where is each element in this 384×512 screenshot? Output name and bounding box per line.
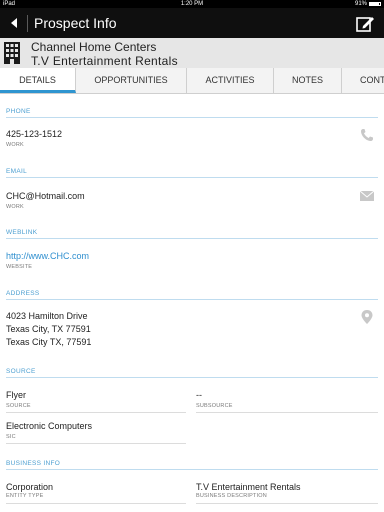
- business-description-value[interactable]: T.V Entertainment Rentals: [196, 482, 301, 492]
- tab-activities[interactable]: ACTIVITIES: [187, 68, 274, 93]
- battery-percent: 91%: [354, 1, 367, 7]
- phone-value[interactable]: 425-123-1512: [6, 129, 62, 139]
- prospect-header: Channel Home Centers T.V Entertainment R…: [0, 38, 384, 68]
- divider: [6, 377, 378, 378]
- address-section-label: ADDRESS: [6, 290, 40, 297]
- prospect-name: Channel Home Centers: [31, 40, 157, 54]
- status-bar: iPad 1:20 PM 91%: [0, 0, 384, 8]
- address-line3[interactable]: Texas City TX, 77591: [6, 337, 91, 347]
- weblink-section-label: WEBLINK: [6, 229, 38, 236]
- divider: [196, 412, 378, 413]
- edit-button[interactable]: [354, 13, 376, 35]
- sic-sublabel: SIC: [6, 434, 16, 440]
- divider: [6, 469, 378, 470]
- details-panel: PHONE 425-123-1512 WORK EMAIL CHC@Hotmai…: [0, 94, 384, 512]
- source-section-label: SOURCE: [6, 368, 36, 375]
- website-type-label: WEBSITE: [6, 264, 33, 270]
- website-link[interactable]: http://www.CHC.com: [6, 251, 89, 261]
- divider: [6, 412, 186, 413]
- email-value[interactable]: CHC@Hotmail.com: [6, 191, 85, 201]
- title-bar: Prospect Info: [0, 8, 384, 38]
- phone-section-label: PHONE: [6, 108, 31, 115]
- tab-details[interactable]: DETAILS: [0, 68, 76, 93]
- page-title: Prospect Info: [34, 15, 117, 31]
- business-info-section-label: BUSINESS INFO: [6, 460, 61, 467]
- business-description-sublabel: BUSINESS DESCRIPTION: [196, 493, 267, 499]
- divider: [6, 443, 186, 444]
- divider: [6, 299, 378, 300]
- email-type-label: WORK: [6, 204, 24, 210]
- title-divider: [27, 15, 28, 32]
- tab-notes[interactable]: NOTES: [274, 68, 342, 93]
- envelope-icon[interactable]: [360, 189, 374, 203]
- divider: [6, 117, 378, 118]
- phone-icon[interactable]: [360, 128, 374, 142]
- email-section-label: EMAIL: [6, 168, 28, 175]
- building-icon: [4, 42, 20, 64]
- subsource-sublabel: SUBSOURCE: [196, 403, 233, 409]
- address-line1[interactable]: 4023 Hamilton Drive: [6, 311, 88, 321]
- prospect-company: T.V Entertainment Rentals: [31, 54, 178, 68]
- divider: [6, 238, 378, 239]
- tab-opportunities[interactable]: OPPORTUNITIES: [76, 68, 187, 93]
- divider: [6, 503, 186, 504]
- divider: [196, 503, 378, 504]
- battery-status: 91%: [355, 0, 381, 8]
- source-value[interactable]: Flyer: [6, 390, 26, 400]
- edit-icon: [356, 17, 374, 32]
- subsource-value[interactable]: --: [196, 390, 202, 400]
- phone-type-label: WORK: [6, 142, 24, 148]
- source-sublabel: SOURCE: [6, 403, 31, 409]
- status-time: 1:20 PM: [180, 1, 204, 7]
- battery-icon: [369, 2, 381, 6]
- tab-contacts[interactable]: CONT: [342, 68, 384, 93]
- divider: [6, 177, 378, 178]
- entity-type-value[interactable]: Corporation: [6, 482, 53, 492]
- chevron-left-icon: [11, 18, 17, 28]
- sic-value[interactable]: Electronic Computers: [6, 421, 92, 431]
- entity-type-sublabel: ENTITY TYPE: [6, 493, 44, 499]
- address-line2[interactable]: Texas City, TX 77591: [6, 324, 91, 334]
- back-button[interactable]: [4, 13, 24, 33]
- tab-bar: DETAILS OPPORTUNITIES ACTIVITIES NOTES C…: [0, 68, 384, 94]
- map-pin-icon[interactable]: [360, 310, 374, 324]
